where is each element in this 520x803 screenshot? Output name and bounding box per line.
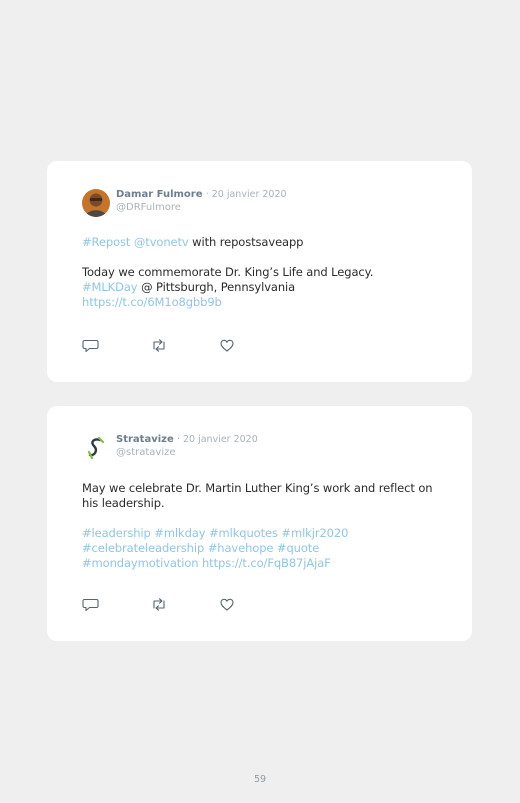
avatar[interactable] [82, 189, 110, 217]
tweet-card: Stratavize · 20 janvier 2020 @stratavize… [47, 406, 472, 641]
tweet-header: Damar Fulmore · 20 janvier 2020 @DRFulmo… [82, 188, 287, 217]
tweet-header: Stratavize · 20 janvier 2020 @stratavize [82, 433, 258, 462]
tweet-text: #Repost @tvonetv with repostsaveapp Toda… [82, 235, 442, 310]
tweet-date: · 20 janvier 2020 [205, 189, 287, 200]
page-number: 59 [253, 774, 267, 785]
tweet-date: · 20 janvier 2020 [176, 434, 258, 445]
author-name[interactable]: Damar Fulmore [116, 189, 203, 200]
tweet-text-fragment: with repostsaveapp [188, 235, 304, 249]
tweet-line: May we celebrate Dr. Martin Luther King’… [82, 481, 433, 510]
hashtag-link[interactable]: #Repost [82, 235, 130, 249]
tweet-actions [82, 597, 236, 612]
author-handle[interactable]: @stratavize [116, 446, 258, 459]
stratavize-logo-icon [82, 434, 110, 462]
reply-icon[interactable] [82, 597, 100, 612]
reply-icon[interactable] [82, 338, 100, 353]
author-line: Stratavize · 20 janvier 2020 [116, 433, 258, 446]
mention-link[interactable]: @tvonetv [134, 235, 189, 249]
author-block: Damar Fulmore · 20 janvier 2020 @DRFulmo… [116, 188, 287, 214]
retweet-icon[interactable] [150, 338, 168, 353]
tweet-line: #MLKDay @ Pittsburgh, Pennsylvania [82, 280, 442, 295]
tweet-line: Today we commemorate Dr. King’s Life and… [82, 265, 374, 279]
hashtag-link[interactable]: #MLKDay [82, 280, 138, 294]
hashtag-line[interactable]: #leadership #mlkday #mlkquotes #mlkjr202… [82, 526, 442, 541]
tweet-actions [82, 338, 236, 353]
tweet-line: https://t.co/6M1o8gbb9b [82, 295, 442, 310]
avatar[interactable] [82, 434, 110, 462]
author-name[interactable]: Stratavize [116, 434, 174, 445]
hashtag-line[interactable]: #mondaymotivation https://t.co/FqB87jAja… [82, 556, 442, 571]
url-link[interactable]: https://t.co/6M1o8gbb9b [82, 295, 222, 309]
tweet-text: May we celebrate Dr. Martin Luther King’… [82, 481, 442, 571]
author-line: Damar Fulmore · 20 janvier 2020 [116, 188, 287, 201]
like-icon[interactable] [218, 338, 236, 353]
author-block: Stratavize · 20 janvier 2020 @stratavize [116, 433, 258, 459]
tweet-text-fragment: @ Pittsburgh, Pennsylvania [137, 280, 296, 294]
profile-photo-icon [82, 189, 110, 217]
tweet-card: Damar Fulmore · 20 janvier 2020 @DRFulmo… [47, 161, 472, 382]
author-handle[interactable]: @DRFulmore [116, 201, 287, 214]
tweet-line: #Repost @tvonetv with repostsaveapp [82, 235, 442, 250]
hashtag-line[interactable]: #celebrateleadership #havehope #quote [82, 541, 442, 556]
retweet-icon[interactable] [150, 597, 168, 612]
like-icon[interactable] [218, 597, 236, 612]
